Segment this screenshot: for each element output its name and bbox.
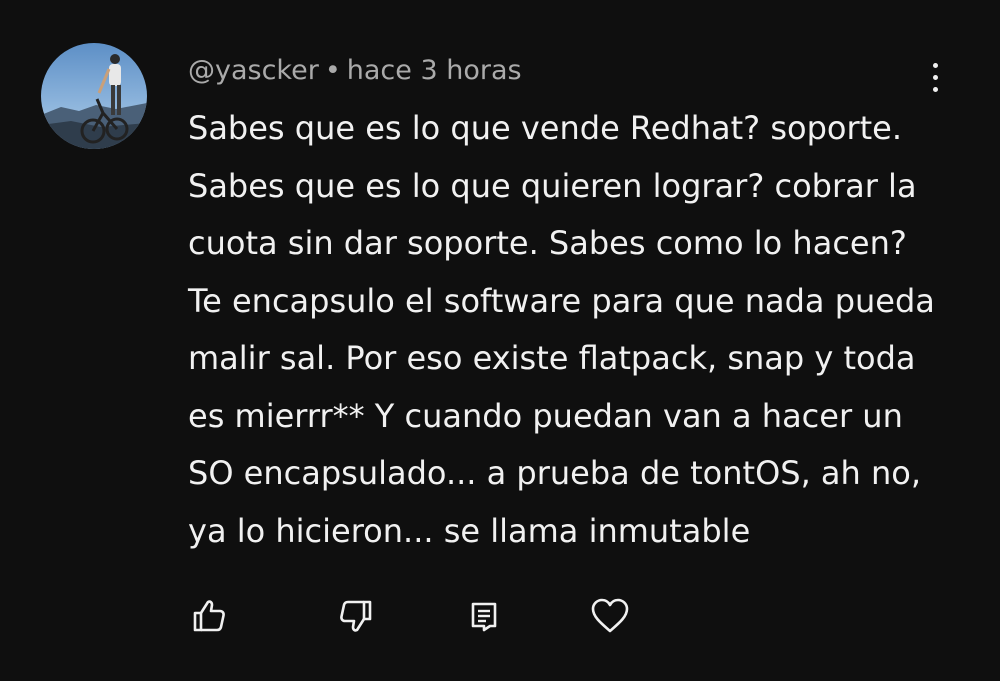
comment-text-line: Sabes que es lo que quieren lograr? cobr… (188, 166, 917, 205)
comment-text: Sabes que es lo que vende Redhat? soport… (188, 100, 948, 560)
author-name[interactable]: @yascker (188, 55, 319, 86)
comment-thread: @yascker • hace 3 horas Sabes que es lo qu… (0, 0, 1000, 681)
comment-text-line: es mierrr** Y cuando puedan van a hacer … (188, 396, 903, 435)
more-vert-icon-dot (932, 74, 938, 80)
separator: • (324, 55, 341, 86)
dislike-button[interactable] (330, 590, 382, 642)
more-vert-icon (932, 62, 938, 68)
avatar[interactable] (41, 43, 147, 149)
heart-button[interactable] (584, 590, 636, 642)
comment-text-line: Sabes que es lo que vende Redhat? soport… (188, 109, 903, 147)
reply-button[interactable] (458, 590, 510, 642)
timestamp[interactable]: hace 3 horas (347, 55, 522, 86)
comment-text-line: ya lo hicieron... se llama inmutable (188, 511, 751, 550)
comment-icon (471, 602, 497, 632)
avatar-image (41, 43, 147, 149)
like-button[interactable] (183, 590, 235, 642)
comment-text-line: SO encapsulado... a prueba de tontOS, ah… (188, 454, 921, 492)
thumb-down-icon (340, 600, 372, 632)
more-options-button[interactable] (915, 57, 955, 97)
comment-actions (0, 590, 1000, 650)
thumb-up-icon (193, 600, 225, 632)
comment-text-line: cuota sin dar soporte. Sabes como lo hac… (188, 224, 907, 262)
comment-text-line: malir sal. Por eso existe flatpack, snap… (188, 339, 916, 377)
comment-text-line: Te encapsulo el software para que nada p… (188, 281, 935, 320)
comment-header: @yascker • hace 3 horas (188, 53, 522, 89)
heart-icon (591, 598, 629, 633)
more-vert-icon-dot (932, 86, 938, 92)
